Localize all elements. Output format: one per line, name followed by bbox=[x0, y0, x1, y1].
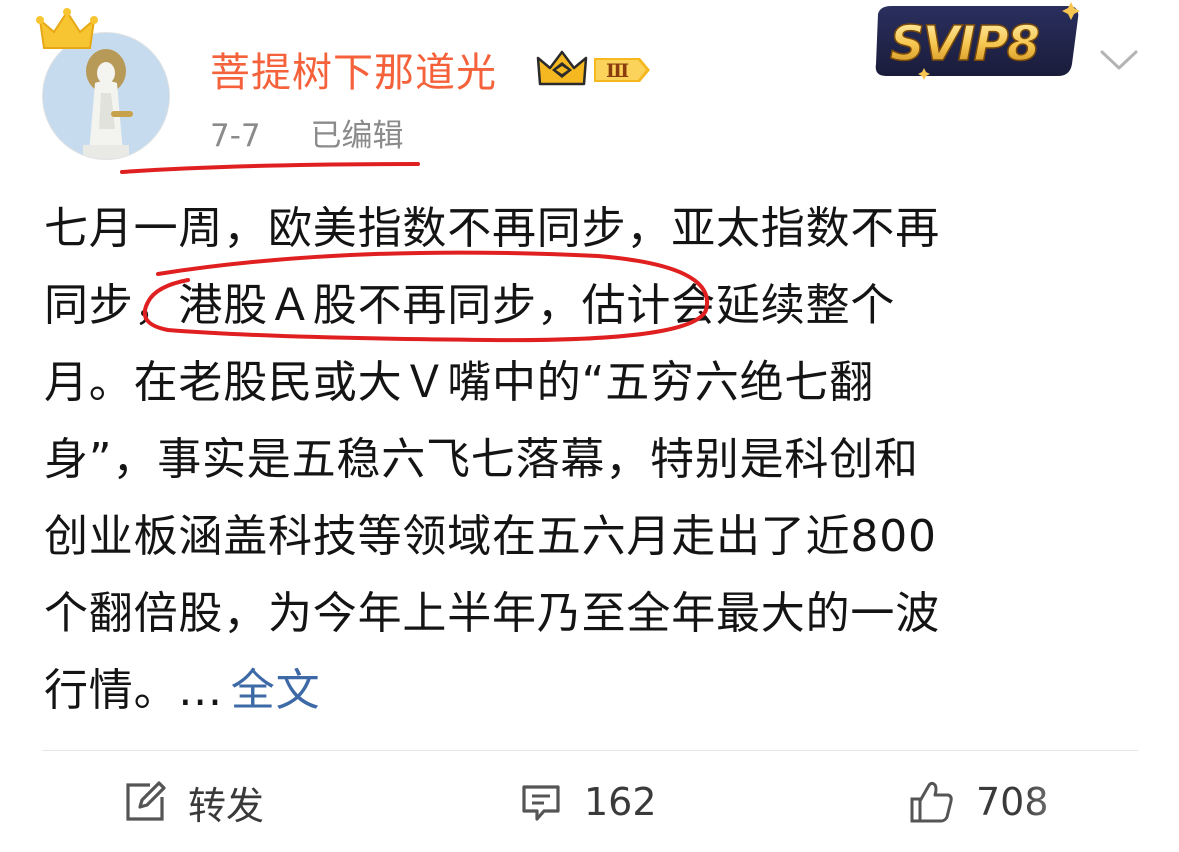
post-line: 个翻倍股，为今年上半年乃至全年最大的一波 bbox=[44, 588, 940, 639]
post-line-text: 行情。... bbox=[44, 665, 223, 716]
repost-button[interactable]: 转发 bbox=[124, 772, 264, 832]
full-text-link[interactable]: 全文 bbox=[231, 665, 321, 716]
post-meta: 7-7 已编辑 bbox=[210, 110, 404, 155]
comment-button[interactable]: 162 bbox=[520, 772, 657, 832]
user-name[interactable]: 菩提树下那道光 bbox=[210, 40, 497, 98]
edit-icon bbox=[126, 781, 166, 821]
red-circle-annotation bbox=[142, 250, 710, 343]
red-underline-annotation bbox=[120, 162, 420, 174]
post-line: 创业板涵盖科技等领域在五六月走出了近800 bbox=[44, 511, 937, 562]
svip-text: SVIP8 bbox=[890, 16, 1039, 72]
vip-level-badge[interactable]: Ⅲ bbox=[536, 48, 652, 92]
crown-icon bbox=[36, 8, 98, 49]
fade-overlay bbox=[1020, 770, 1179, 852]
comment-icon bbox=[522, 785, 560, 821]
vip-crown-icon: Ⅲ bbox=[536, 50, 650, 86]
vip-level-text: Ⅲ bbox=[606, 60, 629, 82]
repost-label: 转发 bbox=[188, 783, 265, 828]
svip-badge[interactable]: SVIP8 bbox=[868, 0, 1086, 86]
avatar-container[interactable] bbox=[36, 8, 170, 160]
svip-logo: SVIP8 bbox=[875, 2, 1080, 80]
post-date: 7-7 bbox=[210, 118, 261, 154]
action-divider bbox=[42, 750, 1138, 751]
post-line: 身”，事实是五稳六飞七落幕，特别是科创和 bbox=[44, 434, 919, 485]
post-line: 月。在老股民或大Ｖ嘴中的“五穷六绝七翻 bbox=[44, 357, 874, 408]
thumbs-up-icon bbox=[910, 781, 953, 823]
comment-count: 162 bbox=[584, 780, 657, 824]
chevron-down-icon[interactable] bbox=[1098, 46, 1140, 74]
post-line-last: 行情。... 全文 bbox=[44, 652, 1134, 729]
edited-label[interactable]: 已编辑 bbox=[311, 118, 404, 154]
